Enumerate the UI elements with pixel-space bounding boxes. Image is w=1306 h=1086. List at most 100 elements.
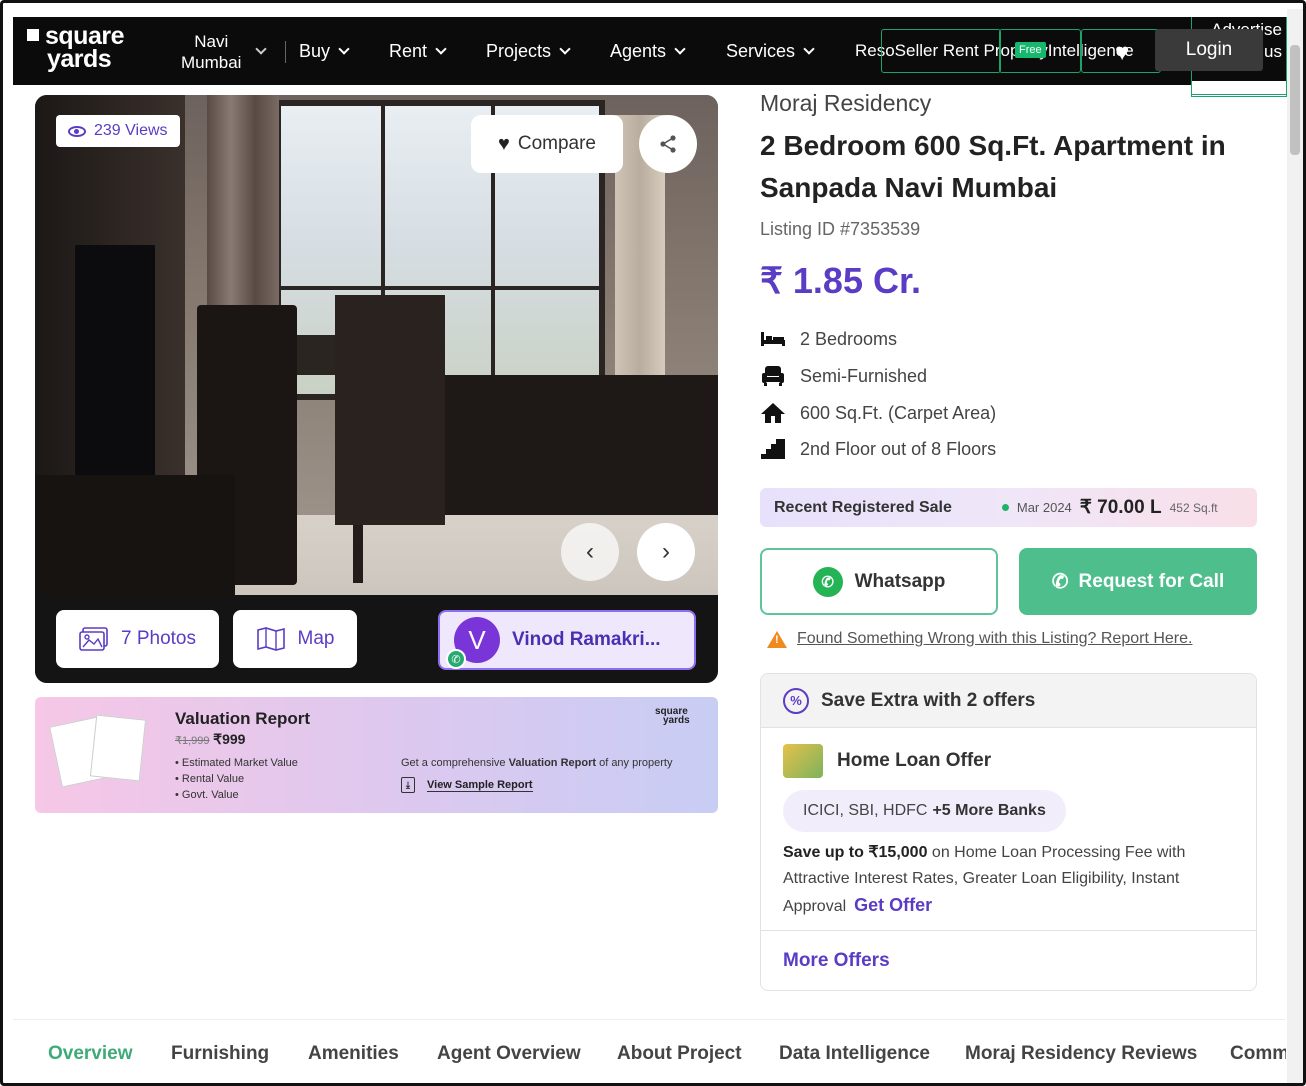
tab-comm[interactable]: Comm [1230, 1043, 1286, 1065]
whatsapp-label: Whatsapp [854, 570, 946, 592]
tab-about-project[interactable]: About Project [617, 1043, 742, 1065]
valuation-feature: Govt. Value [175, 787, 298, 803]
valuation-report-banner[interactable]: Valuation Report ₹1,999 ₹999 Estimated M… [35, 697, 718, 813]
photos-button[interactable]: 7 Photos [56, 610, 219, 668]
share-icon [660, 135, 676, 153]
nav-rent[interactable]: Rent [389, 17, 447, 85]
home-loan-offer: Home Loan Offer [783, 744, 991, 778]
photo-console [35, 475, 235, 615]
tab-amenities[interactable]: Amenities [308, 1043, 399, 1065]
view-sample-report-label: View Sample Report [427, 778, 533, 792]
page-scrollbar[interactable] [1287, 9, 1303, 1083]
photo-window-bar [281, 286, 599, 290]
banks-more: +5 More Banks [932, 802, 1046, 819]
feature-floor: 2nd Floor out of 8 Floors [760, 435, 996, 463]
chevron-down-icon [674, 42, 686, 55]
phone-icon: ✆ [446, 649, 466, 669]
free-badge: Free [1015, 42, 1046, 58]
nav-label: Services [726, 40, 796, 61]
gallery-prev-button[interactable]: ‹ [561, 523, 619, 581]
request-call-button[interactable]: ✆ Request for Call [1019, 548, 1257, 615]
login-button[interactable]: Login [1155, 29, 1263, 71]
map-icon [256, 627, 285, 651]
chevron-down-icon [435, 42, 447, 55]
phone-icon: ✆ [1051, 571, 1069, 593]
whatsapp-button[interactable]: ✆ Whatsapp [760, 548, 998, 615]
armchair-icon [760, 365, 786, 387]
recent-sale-label: Recent Registered Sale [774, 498, 952, 516]
nav-projects[interactable]: Projects [486, 17, 571, 85]
feature-furnishing: Semi-Furnished [760, 362, 927, 390]
chevron-left-icon: ‹ [586, 538, 594, 565]
nav-buy[interactable]: Buy [299, 17, 350, 85]
tab-reviews[interactable]: Moraj Residency Reviews [965, 1043, 1197, 1065]
photos-icon [79, 627, 108, 651]
tab-overview[interactable]: Overview [48, 1043, 133, 1065]
report-listing-link[interactable]: Found Something Wrong with this Listing?… [767, 630, 1192, 648]
report-page [89, 714, 147, 782]
advertise-dropdown-edge [1191, 81, 1287, 95]
tab-agent-overview[interactable]: Agent Overview [437, 1043, 581, 1065]
nav-services[interactable]: Services [726, 17, 815, 85]
valuation-price: ₹1,999 ₹999 [175, 731, 245, 748]
request-call-label: Request for Call [1078, 570, 1225, 592]
listing-price: ₹ 1.85 Cr. [760, 260, 921, 301]
photo-cabinet [425, 375, 718, 515]
tabs-divider [13, 1019, 1285, 1020]
get-offer-link[interactable]: Get Offer [854, 895, 932, 915]
valuation-logo-line: yards [663, 715, 690, 726]
offers-heading: Save Extra with 2 offers [821, 689, 1036, 711]
nav-divider [285, 41, 286, 63]
agent-contact-button[interactable]: V ✆ Vinod Ramakri... [438, 610, 696, 670]
views-count: 239 Views [94, 122, 168, 139]
offers-header: % Save Extra with 2 offers [761, 674, 1256, 728]
valuation-new-price: ₹999 [213, 731, 246, 747]
nav-agents[interactable]: Agents [610, 17, 686, 85]
map-label: Map [297, 628, 335, 649]
valuation-features: Estimated Market Value Rental Value Govt… [175, 755, 298, 803]
city-selector[interactable]: Navi Mumbai [181, 31, 241, 73]
valuation-desc-pre: Get a comprehensive [401, 757, 509, 769]
listing-id: Listing ID #7353539 [760, 219, 921, 239]
more-offers-link[interactable]: More Offers [783, 950, 890, 972]
recent-sale-amount: ₹ 70.00 L [1079, 497, 1162, 518]
report-listing-label: Found Something Wrong with this Listing?… [797, 630, 1193, 647]
compare-button[interactable]: ♥ Compare [471, 115, 623, 173]
listing-title: 2 Bedroom 600 Sq.Ft. Apartment in Sanpad… [760, 130, 1226, 203]
seller-button-outline[interactable] [881, 29, 1001, 73]
stairs-icon [760, 438, 786, 460]
banks-list: ICICI, SBI, HDFC [803, 802, 928, 819]
browser-frame: square yards Navi Mumbai Buy Rent Projec… [0, 0, 1306, 1086]
home-icon [760, 402, 786, 424]
offers-card: % Save Extra with 2 offers Home Loan Off… [760, 673, 1257, 991]
site-logo[interactable]: square yards [27, 24, 124, 72]
view-sample-report-link[interactable]: ⤓ View Sample Report [401, 777, 533, 793]
feature-label: 600 Sq.Ft. (Carpet Area) [800, 402, 997, 423]
valuation-old-price: ₹1,999 [175, 735, 210, 747]
scrollbar-thumb[interactable] [1290, 45, 1300, 155]
recent-sale-date: Mar 2024 [1016, 500, 1072, 515]
project-name[interactable]: Moraj Residency [760, 90, 931, 117]
tab-furnishing[interactable]: Furnishing [171, 1043, 269, 1065]
photo-chair [335, 295, 445, 525]
valuation-desc-bold: Valuation Report [508, 757, 597, 769]
feature-label: 2 Bedrooms [800, 328, 898, 349]
offer-save-amount: Save up to ₹15,000 [783, 844, 928, 861]
recent-registered-sale[interactable]: Recent Registered Sale Mar 2024 ₹ 70.00 … [760, 488, 1257, 527]
share-button[interactable] [639, 115, 697, 173]
gallery-next-button[interactable]: › [637, 523, 695, 581]
feature-label: 2nd Floor out of 8 Floors [800, 438, 997, 459]
banks-chip[interactable]: ICICI, SBI, HDFC +5 More Banks [783, 790, 1066, 832]
valuation-desc-post: of any property [596, 757, 673, 769]
feature-area: 600 Sq.Ft. (Carpet Area) [760, 399, 996, 427]
shortlist-heart-icon[interactable]: ♥ [1115, 39, 1129, 67]
map-button[interactable]: Map [233, 610, 357, 668]
heart-icon: ♥ [497, 132, 510, 155]
offers-divider [761, 930, 1256, 931]
chevron-down-icon [338, 42, 350, 55]
tab-data-intelligence[interactable]: Data Intelligence [779, 1043, 930, 1065]
nav-label: Rent [389, 40, 428, 61]
photo-gallery[interactable]: 239 Views ♥ Compare ‹ › 7 Photos Map V ✆ [35, 95, 718, 683]
nav-label: Projects [486, 40, 552, 61]
chevron-down-icon [559, 42, 571, 55]
